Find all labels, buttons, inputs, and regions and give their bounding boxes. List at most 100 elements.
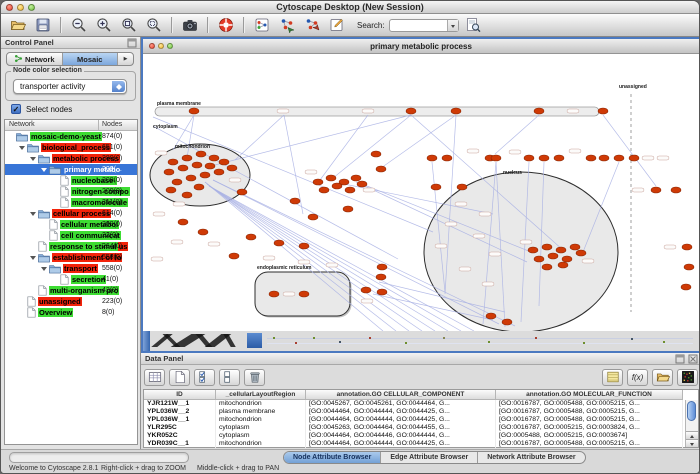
new-attribute-button[interactable]	[169, 369, 190, 386]
tab-node-attribute-browser[interactable]: Node Attribute Browser	[284, 452, 380, 463]
tab-network[interactable]: Network	[7, 53, 63, 65]
graph-node[interactable]	[554, 155, 564, 161]
graph-node[interactable]	[361, 287, 371, 293]
graph-node[interactable]	[345, 187, 355, 193]
graph-node[interactable]	[219, 159, 229, 165]
graph-node[interactable]	[168, 159, 178, 165]
graph-node[interactable]	[406, 108, 416, 114]
column-header[interactable]: annotation.GO CELLULAR_COMPONENT	[306, 390, 496, 400]
scroll-up-icon[interactable]	[686, 431, 698, 439]
tree-row[interactable]: cell communicat22(0)	[5, 230, 137, 241]
help-button[interactable]	[216, 16, 235, 35]
zoom-in-button[interactable]	[94, 16, 113, 35]
graph-node[interactable]	[205, 163, 215, 169]
graph-node[interactable]	[524, 155, 534, 161]
table-row[interactable]: YJR121W__1mitochondrion[GO:0045267, GO:0…	[144, 400, 698, 408]
graph-node[interactable]	[614, 155, 624, 161]
graph-node[interactable]	[269, 291, 279, 297]
graph-node[interactable]	[586, 155, 596, 161]
graph-node[interactable]	[308, 214, 318, 220]
attribute-grid-button[interactable]	[144, 369, 165, 386]
network-window-titlebar[interactable]: primary metabolic process	[143, 39, 699, 54]
select-all-attributes-button[interactable]	[194, 369, 215, 386]
tree-row[interactable]: transport558(0)	[5, 263, 137, 274]
column-header[interactable]: annotation.GO MOLECULAR_FUNCTION	[496, 390, 683, 400]
graph-node[interactable]	[343, 206, 353, 212]
tree-row[interactable]: primary metabo209(...	[5, 164, 137, 175]
graph-node[interactable]	[576, 250, 586, 256]
graph-node[interactable]	[556, 247, 566, 253]
graph-node[interactable]	[542, 244, 552, 250]
graph-node[interactable]	[684, 264, 694, 270]
table-row[interactable]: YLR295Ccytoplasm[GO:0045263, GO:0044464,…	[144, 424, 698, 432]
graph-node[interactable]	[319, 187, 329, 193]
formula-builder-button[interactable]: f(x)	[627, 369, 648, 386]
graph-node[interactable]	[548, 253, 558, 259]
tree-row[interactable]: Overview8(0)	[5, 307, 137, 318]
tab-network-attribute-browser[interactable]: Network Attribute Browser	[477, 452, 584, 463]
tree-row[interactable]: metabolic process280(0)	[5, 153, 137, 164]
tree-row[interactable]: nucleobase-209(0)	[5, 175, 137, 186]
tree-row[interactable]: unassigned223(0)	[5, 296, 137, 307]
graph-node[interactable]	[214, 169, 224, 175]
graph-node[interactable]	[558, 262, 568, 268]
graph-node[interactable]	[491, 155, 501, 161]
tree-row[interactable]: nitrogen compo209(0)	[5, 186, 137, 197]
tree-column-network[interactable]: Network	[5, 120, 99, 130]
graph-node[interactable]	[357, 181, 367, 187]
graph-node[interactable]	[164, 169, 174, 175]
open-folder-button[interactable]	[8, 16, 27, 35]
tree-row[interactable]: response to stimulus264(0)	[5, 241, 137, 252]
tree-row[interactable]: cellular process614(0)	[5, 208, 137, 219]
import-network-button[interactable]	[277, 16, 296, 35]
column-header[interactable]: ID	[144, 390, 216, 400]
close-data-panel-icon[interactable]	[688, 354, 698, 364]
graph-node[interactable]	[376, 274, 386, 280]
tree-row[interactable]: secretion41(0)	[5, 274, 137, 285]
tree-row[interactable]: establishment of lo558(0)	[5, 252, 137, 263]
graph-node[interactable]	[377, 289, 387, 295]
graph-node[interactable]	[682, 244, 692, 250]
table-scrollbar[interactable]	[685, 400, 698, 447]
graph-node[interactable]	[371, 151, 381, 157]
graph-node[interactable]	[502, 319, 512, 325]
graph-node[interactable]	[376, 166, 386, 172]
graph-node[interactable]	[377, 264, 387, 270]
graph-node[interactable]	[172, 179, 182, 185]
graph-node[interactable]	[237, 189, 247, 195]
graph-node[interactable]	[599, 155, 609, 161]
delete-attribute-button[interactable]	[244, 369, 265, 386]
search-dropdown-arrow[interactable]	[447, 20, 458, 31]
graph-node[interactable]	[332, 183, 342, 189]
graph-node[interactable]	[539, 155, 549, 161]
title-bar[interactable]: Cytoscape Desktop (New Session)	[1, 1, 699, 14]
graph-node[interactable]	[427, 155, 437, 161]
graph-node[interactable]	[186, 175, 196, 181]
select-nodes-checkbox[interactable]: ✓	[11, 104, 21, 114]
graph-node[interactable]	[182, 155, 192, 161]
graph-node[interactable]	[598, 108, 608, 114]
scroll-down-icon[interactable]	[686, 439, 698, 447]
import-table-button[interactable]	[602, 369, 623, 386]
graph-node[interactable]	[528, 247, 538, 253]
tab-overflow-arrow-icon[interactable]: ▶	[118, 53, 133, 65]
graph-node[interactable]	[486, 313, 496, 319]
zoom-fit-button[interactable]	[119, 16, 138, 35]
graph-node[interactable]	[442, 155, 452, 161]
column-header[interactable]: _cellularLayoutRegion	[216, 390, 306, 400]
table-row[interactable]: YKR052Ccytoplasm[GO:0044464, GO:0044446,…	[144, 432, 698, 440]
search-input[interactable]	[389, 19, 459, 32]
unselect-all-attributes-button[interactable]	[219, 369, 240, 386]
tree-row[interactable]: cellular metabol209(0)	[5, 219, 137, 230]
graph-node[interactable]	[196, 151, 206, 157]
graph-node[interactable]	[194, 184, 204, 190]
graph-node[interactable]	[192, 162, 202, 168]
graph-node[interactable]	[457, 184, 467, 190]
network-canvas-svg[interactable]: plasma membranecytoplasmmitochondrionnuc…	[143, 54, 699, 331]
tree-row[interactable]: multi-organism pro42(0)	[5, 285, 137, 296]
graph-node[interactable]	[629, 155, 639, 161]
snapshot-button[interactable]	[180, 16, 199, 35]
float-data-panel-icon[interactable]	[675, 354, 685, 364]
tree-column-nodes[interactable]: Nodes	[99, 120, 137, 130]
tab-edge-attribute-browser[interactable]: Edge Attribute Browser	[380, 452, 477, 463]
